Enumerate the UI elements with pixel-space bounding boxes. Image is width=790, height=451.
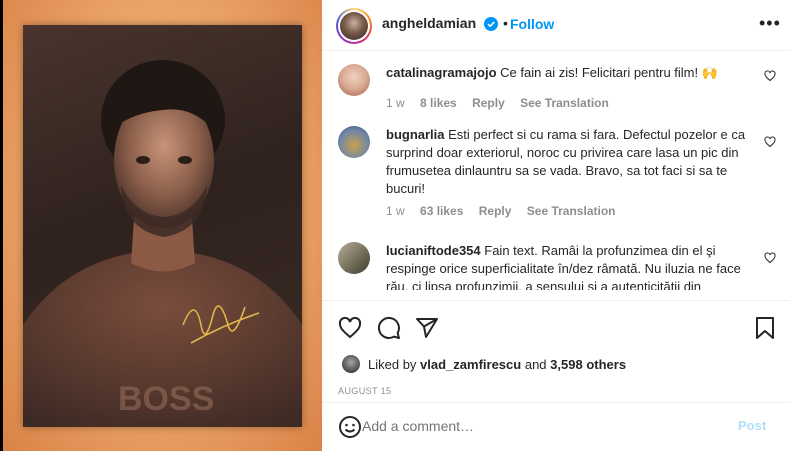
likes-prefix: Liked by: [368, 357, 417, 372]
post-actions-bar: [322, 310, 790, 344]
commenter-username[interactable]: bugnarlia: [386, 127, 445, 142]
post-header: angheldamian • Follow •••: [322, 0, 790, 51]
comment-like-heart-icon[interactable]: [764, 70, 776, 82]
see-translation-link[interactable]: See Translation: [527, 204, 616, 218]
commenter-avatar[interactable]: [338, 64, 370, 96]
commenter-username[interactable]: catalinagramajojo: [386, 65, 497, 80]
portrait-illustration: BOSS: [23, 60, 302, 427]
post-media[interactable]: BOSS: [0, 0, 322, 451]
portrait-print: BOSS: [23, 25, 302, 427]
see-translation-link[interactable]: See Translation: [520, 96, 609, 110]
likes-text[interactable]: Liked by vlad_zamfirescu and 3,598 other…: [368, 357, 626, 372]
comment-meta: 1 w 8 likes Reply See Translation: [386, 96, 621, 110]
photo-frame-background: BOSS: [3, 0, 322, 451]
svg-text:BOSS: BOSS: [118, 380, 214, 418]
comment-time: 1 w: [386, 204, 405, 218]
comment-text: catalinagramajojo Ce fain ai zis! Felici…: [386, 64, 746, 82]
comment-likes[interactable]: 63 likes: [420, 204, 463, 218]
verified-badge-icon: [484, 17, 498, 31]
post-date: AUGUST 15: [338, 386, 392, 396]
liker-username[interactable]: vlad_zamfirescu: [420, 357, 521, 372]
share-icon[interactable]: [415, 316, 439, 340]
commenter-avatar[interactable]: [338, 242, 370, 274]
likes-summary: Liked by vlad_zamfirescu and 3,598 other…: [338, 353, 778, 375]
author-avatar-image: [340, 12, 368, 40]
commenter-avatar[interactable]: [338, 126, 370, 158]
author-username[interactable]: angheldamian: [382, 15, 476, 31]
author-avatar[interactable]: [336, 8, 372, 44]
comment-icon[interactable]: [377, 316, 401, 340]
add-comment-input[interactable]: [362, 418, 712, 434]
comment-time: 1 w: [386, 96, 405, 110]
reply-button[interactable]: Reply: [472, 96, 505, 110]
likes-and: and: [524, 357, 547, 372]
comment-meta: 1 w 63 likes Reply See Translation: [386, 204, 627, 218]
heart-icon[interactable]: [338, 316, 362, 340]
liker-avatar[interactable]: [342, 355, 360, 373]
post-sidebar: angheldamian • Follow ••• catalinagramaj…: [322, 0, 790, 451]
comment-likes[interactable]: 8 likes: [420, 96, 457, 110]
more-options-icon[interactable]: •••: [759, 13, 781, 34]
instagram-post-view: BOSS angheldamian • Follow ••• catalinag…: [0, 0, 790, 451]
commenter-username[interactable]: lucianiftode354: [386, 243, 481, 258]
emoji-icon[interactable]: [338, 415, 362, 439]
follow-button[interactable]: Follow: [510, 16, 554, 32]
comment-text: bugnarlia Esti perfect si cu rama si far…: [386, 126, 746, 198]
bookmark-icon[interactable]: [753, 316, 777, 340]
comments-list[interactable]: catalinagramajojo Ce fain ai zis! Felici…: [322, 52, 790, 290]
actions-divider: [322, 300, 790, 301]
add-comment-bar: Post: [322, 402, 790, 451]
comment-like-heart-icon[interactable]: [764, 136, 776, 148]
post-comment-button[interactable]: Post: [738, 418, 766, 433]
header-separator: •: [503, 15, 508, 31]
comment-text: lucianiftode354 Fain text. Ramâi la prof…: [386, 242, 746, 290]
likes-others-count[interactable]: 3,598 others: [550, 357, 626, 372]
reply-button[interactable]: Reply: [479, 204, 512, 218]
comment-body: Ce fain ai zis! Felicitari pentru film! …: [500, 65, 718, 80]
comment-like-heart-icon[interactable]: [764, 252, 776, 264]
